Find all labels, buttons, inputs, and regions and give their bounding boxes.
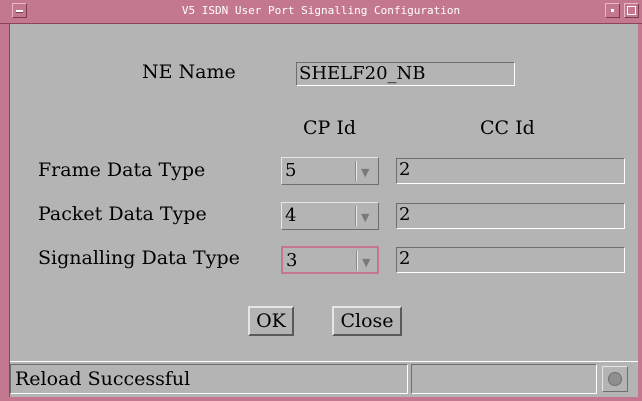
- signalling-data-cp-id-value: 3: [286, 250, 298, 271]
- window-frame-bottom[interactable]: [0, 397, 642, 401]
- title-bar[interactable]: V5 ISDN User Port Signalling Configurati…: [0, 0, 642, 24]
- packet-data-type-label: Packet Data Type: [38, 203, 207, 225]
- minimize-icon[interactable]: [605, 3, 620, 18]
- frame-data-type-label: Frame Data Type: [38, 159, 206, 181]
- window-frame-left[interactable]: [0, 0, 10, 401]
- close-button[interactable]: Close: [332, 306, 402, 336]
- ne-name-field: SHELF20_NB: [296, 62, 515, 86]
- chevron-down-icon[interactable]: ▼: [362, 256, 370, 269]
- signalling-data-cc-id-field[interactable]: 2: [396, 247, 625, 273]
- frame-data-cp-id-value: 5: [285, 160, 297, 181]
- packet-data-cp-id-select[interactable]: 4 ▼: [281, 202, 379, 230]
- cc-id-header: CC Id: [480, 117, 535, 139]
- status-bar: Reload Successful: [10, 361, 638, 397]
- maximize-icon[interactable]: [624, 3, 639, 18]
- packet-data-cp-id-value: 4: [285, 205, 297, 226]
- packet-data-cc-id-field[interactable]: 2: [396, 203, 625, 229]
- frame-data-cp-id-select[interactable]: 5 ▼: [281, 157, 379, 185]
- window-title: V5 ISDN User Port Signalling Configurati…: [181, 4, 461, 17]
- dialog-window: V5 ISDN User Port Signalling Configurati…: [0, 0, 642, 401]
- window-frame-right[interactable]: [638, 0, 642, 401]
- chevron-down-icon[interactable]: ▼: [361, 166, 369, 179]
- dialog-body: NE Name SHELF20_NB CP Id CC Id Frame Dat…: [10, 24, 638, 397]
- signalling-data-cp-id-select[interactable]: 3 ▼: [281, 246, 379, 274]
- signalling-data-type-label: Signalling Data Type: [38, 247, 240, 269]
- ok-button[interactable]: OK: [248, 306, 294, 336]
- cp-id-header: CP Id: [303, 117, 357, 139]
- chevron-down-icon[interactable]: ▼: [361, 211, 369, 224]
- status-secondary-field: [411, 364, 597, 394]
- frame-data-cc-id-field[interactable]: 2: [396, 158, 625, 184]
- ne-name-label: NE Name: [142, 61, 236, 83]
- status-message: Reload Successful: [10, 364, 408, 394]
- status-indicator-icon[interactable]: [602, 366, 628, 392]
